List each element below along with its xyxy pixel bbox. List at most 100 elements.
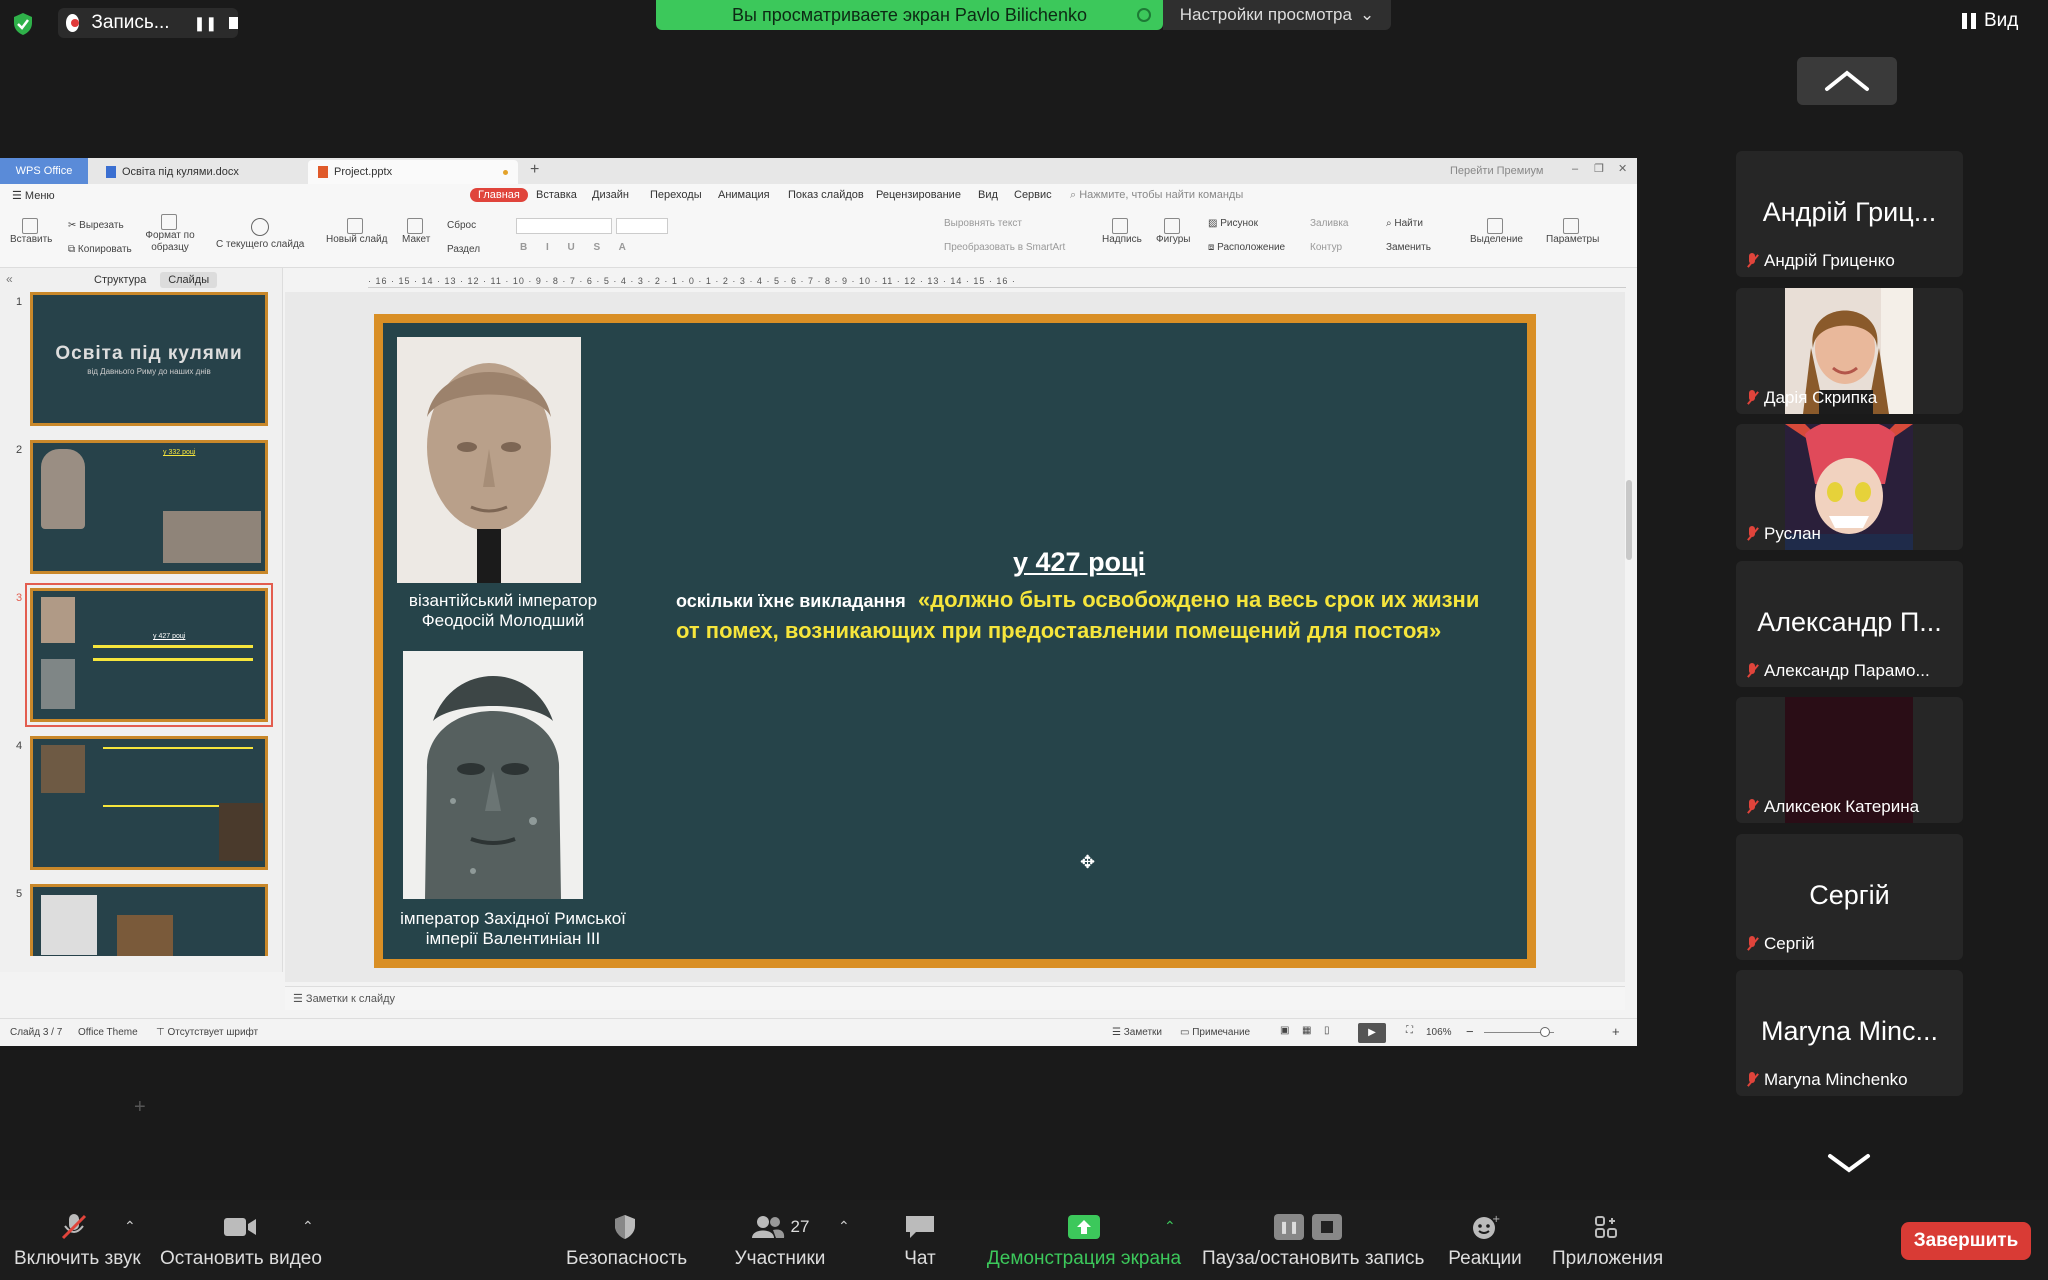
participant-tile[interactable]: Сергій Сергій (1736, 834, 1963, 960)
outline-button[interactable]: Контур (1310, 242, 1342, 253)
pause-record-icon[interactable]: ❚❚ (194, 15, 217, 32)
slide-thumb-5[interactable] (30, 884, 268, 956)
restore-icon[interactable]: ❐ (1594, 162, 1604, 175)
normal-view-icon[interactable]: ▣ (1280, 1025, 1289, 1036)
menu-insert[interactable]: Вставка (536, 189, 577, 201)
share-options-caret[interactable]: ⌃ (1164, 1218, 1176, 1235)
reactions-button[interactable]: + Реакции (1446, 1214, 1524, 1270)
participant-tile[interactable]: Александр П... Александр Парамо... (1736, 561, 1963, 687)
text-format-buttons[interactable]: B I U S A (520, 242, 634, 253)
copy-button[interactable]: ⧉ Копировать (68, 244, 132, 255)
menu-animation[interactable]: Анимация (718, 189, 770, 201)
cut-button[interactable]: ✂ Вырезать (68, 220, 124, 231)
view-button[interactable]: Вид (1962, 10, 2018, 32)
sorter-view-icon[interactable]: ▦ (1302, 1025, 1311, 1036)
participants-options-caret[interactable]: ⌃ (838, 1218, 850, 1235)
security-button[interactable]: Безопасность (566, 1214, 688, 1270)
menu-tools[interactable]: Сервис (1014, 189, 1052, 201)
participants-button[interactable]: 27 Участники (730, 1214, 830, 1270)
participant-tile[interactable]: Дарія Скрипка (1736, 288, 1963, 414)
shield-icon[interactable] (12, 12, 34, 36)
from-current-slide-button[interactable]: С текущего слайда (216, 218, 304, 250)
pause-stop-recording-button[interactable]: ❚❚ Пауза/остановить запись (1202, 1214, 1424, 1270)
format-painter-button[interactable]: Формат по образцу (145, 214, 195, 254)
layout-button[interactable]: Макет (402, 218, 430, 245)
participant-tile[interactable]: Maryna Minc... Maryna Minchenko (1736, 970, 1963, 1096)
add-slide-button[interactable]: + (134, 1096, 146, 1119)
vertical-scrollbar[interactable] (1626, 480, 1632, 560)
end-meeting-button[interactable]: Завершить (1901, 1222, 2031, 1260)
reset-button[interactable]: Сброс (447, 220, 476, 231)
stop-video-button[interactable]: Остановить видео (160, 1214, 322, 1270)
picture-button[interactable]: ▨ Рисунок (1208, 218, 1258, 229)
slide-thumb-2[interactable]: у 332 році (30, 440, 268, 574)
zoom-out-icon[interactable]: − (1466, 1024, 1474, 1039)
menu-transitions[interactable]: Переходы (650, 189, 702, 201)
current-slide[interactable]: візантійський імператор Феодосій Молодши… (374, 314, 1536, 968)
chat-button[interactable]: Чат (890, 1214, 950, 1270)
play-slideshow-button[interactable]: ▶ (1358, 1023, 1386, 1043)
menu-view[interactable]: Вид (978, 189, 998, 201)
replace-label: Заменить (1386, 242, 1431, 253)
participant-tile[interactable]: Андрій Гриц... Андрій Гриценко (1736, 151, 1963, 277)
replace-button[interactable]: Заменить (1386, 242, 1431, 253)
video-options-caret[interactable]: ⌃ (302, 1218, 314, 1235)
doc-tab-pptx[interactable]: Project.pptx (308, 160, 518, 184)
menu-home[interactable]: Главная (470, 188, 528, 202)
doc-tab-docx[interactable]: Освіта під кулями.docx (96, 160, 296, 184)
missing-font-indicator[interactable]: ⊤ Отсутствует шрифт (156, 1027, 258, 1038)
slide-counter: Слайд 3 / 7 (10, 1027, 63, 1038)
new-slide-button[interactable]: Новый слайд (326, 218, 387, 245)
comment-toggle[interactable]: ▭ Примечание (1180, 1027, 1250, 1038)
arrange-button[interactable]: ⧈ Расположение (1208, 242, 1285, 253)
tab-outline[interactable]: Структура (86, 272, 154, 288)
view-settings-button[interactable]: Настройки просмотра ⌄ (1163, 0, 1391, 30)
menu-design[interactable]: Дизайн (592, 189, 629, 201)
collapse-panel-icon[interactable]: « (6, 272, 13, 286)
minimize-icon[interactable]: – (1572, 163, 1578, 175)
fill-button[interactable]: Заливка (1310, 218, 1349, 229)
wps-office-tab[interactable]: WPS Office (0, 158, 88, 184)
scroll-up-button[interactable] (1797, 57, 1897, 105)
select-button[interactable]: Выделение (1470, 218, 1523, 245)
apps-button[interactable]: Приложения (1552, 1214, 1663, 1270)
paste-button[interactable]: Вставить (10, 218, 52, 245)
fit-window-icon[interactable]: ⛶ (1406, 1025, 1413, 1036)
menu-slideshow[interactable]: Показ слайдов (788, 189, 864, 201)
command-search[interactable]: ⌕ Нажмите, чтобы найти команды (1070, 189, 1243, 202)
caption-button[interactable]: Надпись (1102, 218, 1142, 245)
mic-muted-icon (1746, 526, 1758, 542)
new-tab-button[interactable]: + (530, 161, 539, 179)
align-text-button[interactable]: Выровнять текст (944, 218, 1022, 229)
close-icon[interactable]: ✕ (1618, 162, 1627, 175)
unmute-button[interactable]: Включить звук (14, 1214, 141, 1270)
zoom-in-icon[interactable]: + (1612, 1024, 1620, 1039)
menu-review[interactable]: Рецензирование (876, 189, 961, 201)
participant-tile[interactable]: Аликсеюк Катерина (1736, 697, 1963, 823)
notes-bar[interactable]: ☰ Заметки к слайду (285, 986, 1625, 1010)
font-size-select[interactable] (616, 218, 668, 234)
params-button[interactable]: Параметры (1546, 218, 1599, 245)
participant-tile[interactable]: Руслан (1736, 424, 1963, 550)
security-label: Безопасность (566, 1248, 688, 1269)
audio-options-caret[interactable]: ⌃ (124, 1218, 136, 1235)
zoom-level[interactable]: 106% (1426, 1027, 1452, 1038)
zoom-slider-thumb[interactable] (1540, 1027, 1550, 1037)
smartart-button[interactable]: Преобразовать в SmartArt (944, 242, 1065, 253)
reading-view-icon[interactable]: ▯ (1324, 1025, 1330, 1036)
find-button[interactable]: ⌕ Найти (1386, 218, 1423, 229)
tab-slides[interactable]: Слайды (160, 272, 218, 288)
chevron-down-icon[interactable] (1826, 1148, 1872, 1178)
notes-toggle[interactable]: ☰ Заметки (1112, 1027, 1162, 1038)
font-family-select[interactable] (516, 218, 612, 234)
premium-link[interactable]: Перейти Премиум (1450, 165, 1543, 177)
slide-thumb-4[interactable] (30, 736, 268, 870)
slide-thumb-1[interactable]: Освіта під кулями від Давнього Риму до н… (30, 292, 268, 426)
main-menu-button[interactable]: ☰ Меню (12, 189, 55, 202)
recording-indicator[interactable]: Запись... ❚❚ (58, 8, 238, 38)
shapes-button[interactable]: Фигуры (1156, 218, 1190, 245)
stop-record-icon[interactable] (229, 17, 238, 29)
section-button[interactable]: Раздел (447, 244, 480, 255)
share-screen-button[interactable]: Демонстрация экрана (984, 1214, 1184, 1270)
slide-thumb-3-selected[interactable]: у 427 році (25, 583, 273, 727)
